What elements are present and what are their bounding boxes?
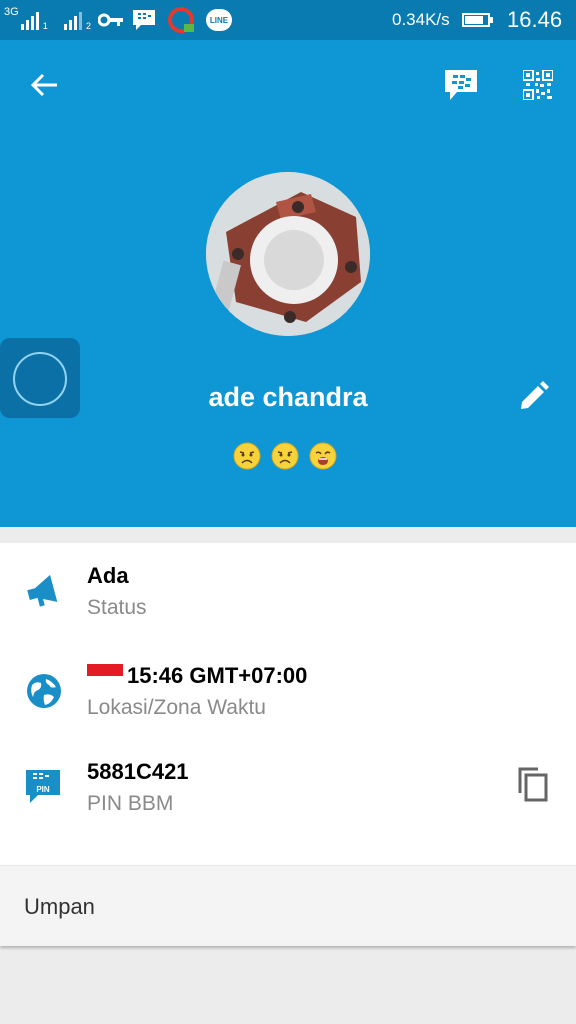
avatar[interactable] [206, 172, 370, 336]
line-app-icon: LINE [206, 0, 232, 40]
edit-button[interactable] [508, 372, 558, 422]
battery-icon [462, 0, 493, 40]
back-button[interactable] [20, 60, 70, 110]
qr-code-button[interactable] [514, 60, 562, 110]
status-label: Status [87, 596, 147, 619]
sim2-label: 2 [86, 21, 92, 31]
signal-bars-icon [20, 12, 39, 30]
profile-name: ade chandra [208, 382, 368, 412]
location-label: Lokasi/Zona Waktu [87, 696, 266, 719]
line-label: LINE [206, 9, 232, 31]
network-indicator: 3G 1 [4, 0, 48, 40]
crying-face-icon [309, 442, 337, 470]
sad-face-icon [233, 442, 261, 470]
sim2-signal: 2 [64, 0, 91, 40]
emoticon-row [233, 442, 337, 470]
network-type-label: 3G [4, 6, 19, 18]
app-notification-icon [168, 0, 194, 40]
pin-badge: PIN [36, 785, 50, 794]
copy-icon [518, 767, 548, 802]
location-value-row: 15:46 GMT+07:00 [87, 663, 307, 689]
back-arrow-icon [31, 73, 57, 97]
sim1-label: 1 [42, 21, 48, 31]
feed-label: Umpan [24, 894, 95, 919]
pencil-icon [521, 381, 549, 409]
status-row[interactable]: Ada Status [0, 543, 576, 639]
qr-code-icon [523, 70, 553, 100]
clock: 16.46 [507, 7, 563, 32]
status-value: Ada [87, 563, 129, 588]
bbm-notification-icon [132, 0, 156, 40]
avatar-photo [206, 172, 370, 336]
app-bar [0, 40, 576, 130]
status-bar: 3G 1 2 LINE 0.34K/s 16.46 [0, 0, 576, 40]
feed-section[interactable]: Umpan [0, 866, 576, 946]
globe-icon [27, 674, 61, 708]
location-row[interactable]: 15:46 GMT+07:00 Lokasi/Zona Waktu [0, 643, 576, 739]
bbm-chat-icon [445, 70, 477, 100]
network-speed: 0.34K/s [392, 10, 450, 29]
profile-info-card: Ada Status 15:46 GMT+07:00 Lokasi/Zona W… [0, 543, 576, 865]
pin-row[interactable]: PIN 5881C421 PIN BBM [0, 739, 576, 835]
location-value: 15:46 GMT+07:00 [127, 663, 308, 688]
indonesia-flag-icon [87, 664, 123, 688]
signal-bars-icon [64, 12, 82, 30]
key-icon [98, 0, 124, 40]
pin-label: PIN BBM [87, 792, 174, 815]
copy-pin-button[interactable] [508, 759, 558, 809]
megaphone-icon [27, 574, 58, 607]
bbm-pin-icon: PIN [26, 770, 60, 803]
pin-value: 5881C421 [87, 759, 189, 784]
sad-face-icon [271, 442, 299, 470]
bbm-chat-button[interactable] [436, 60, 486, 110]
